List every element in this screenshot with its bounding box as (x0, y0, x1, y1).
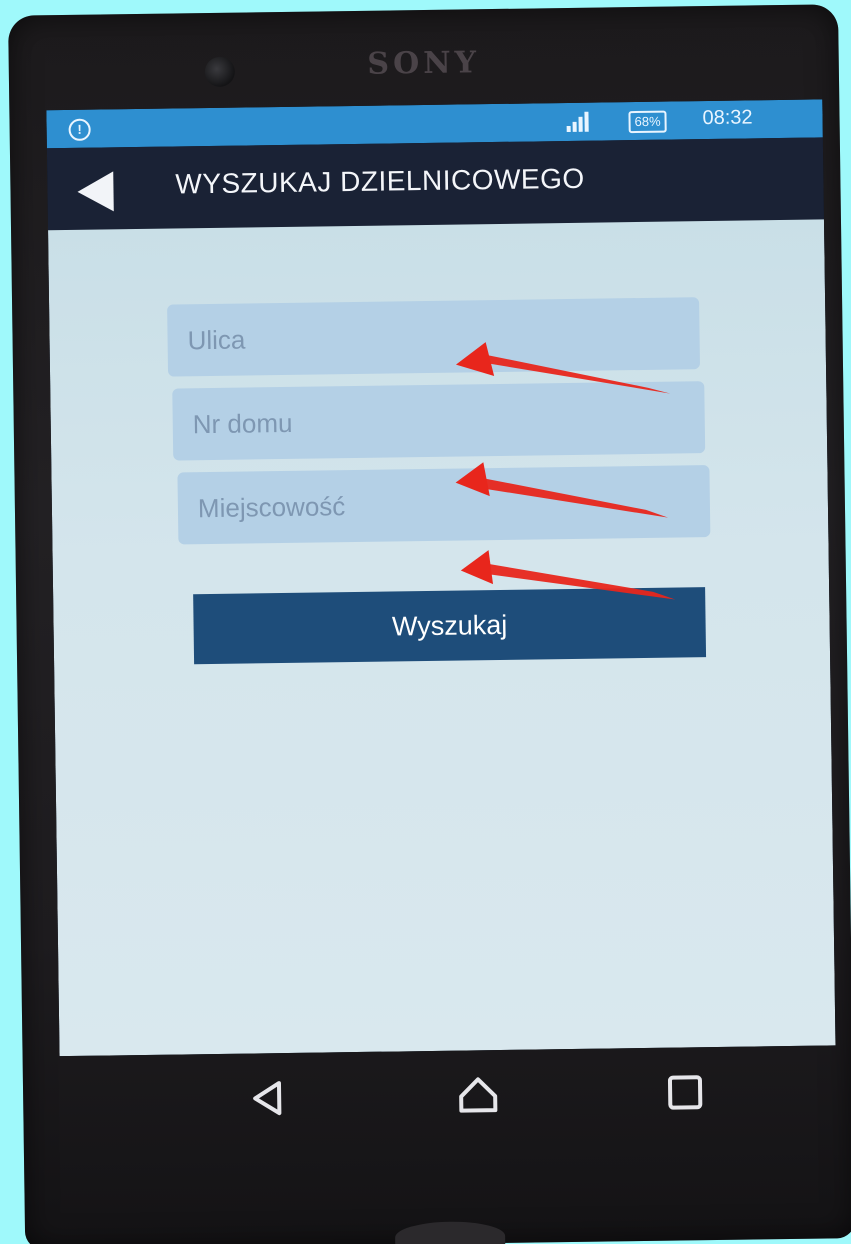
home-key-bump (394, 1220, 506, 1244)
photo-stage: SONY ! 68% 08:32 WYSZUKAJ DZIELNICOWEGO … (0, 0, 851, 1244)
street-input[interactable]: Ulica (167, 297, 701, 377)
phone-screen: ! 68% 08:32 WYSZUKAJ DZIELNICOWEGO Ulica… (46, 99, 836, 1057)
status-time: 08:32 (702, 106, 753, 130)
battery-indicator: 68% (628, 110, 667, 134)
app-bar: WYSZUKAJ DZIELNICOWEGO (46, 137, 824, 231)
alert-circle-icon: ! (68, 118, 91, 141)
system-nav-bar (60, 1045, 837, 1146)
nav-home-icon[interactable] (455, 1072, 502, 1119)
back-arrow-icon[interactable] (77, 171, 114, 212)
search-button[interactable]: Wyszukaj (193, 587, 707, 665)
nav-back-icon[interactable] (245, 1075, 292, 1122)
house-number-input[interactable]: Nr domu (172, 381, 706, 461)
search-form: Ulica Nr domu Miejscowość Wyszukaj (48, 219, 836, 1057)
phone-frame: SONY ! 68% 08:32 WYSZUKAJ DZIELNICOWEGO … (8, 4, 851, 1244)
page-title: WYSZUKAJ DZIELNICOWEGO (175, 162, 585, 200)
signal-icon (566, 111, 589, 133)
nav-recent-apps-icon[interactable] (662, 1069, 709, 1116)
city-input[interactable]: Miejscowość (177, 465, 711, 545)
brand-logo: SONY (367, 45, 481, 82)
